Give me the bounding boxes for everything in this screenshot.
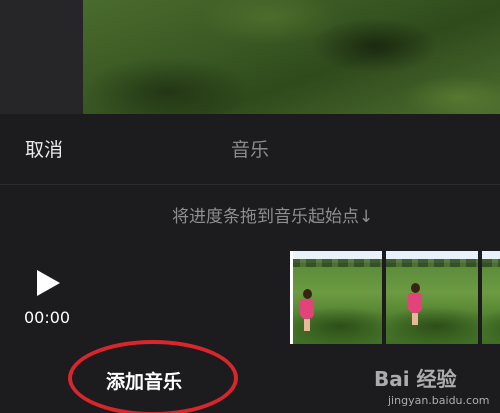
music-editor-screen: 取消 音乐 将进度条拖到音乐起始点↓ 00:00 添加音乐 Bai 经验 jin…	[0, 0, 500, 413]
drag-hint-text: 将进度条拖到音乐起始点↓	[172, 207, 374, 227]
play-button[interactable]	[34, 268, 62, 298]
video-timeline[interactable]	[290, 251, 500, 344]
playhead-marker[interactable]	[290, 251, 293, 344]
preview-side-panel	[0, 0, 83, 114]
timeline-thumbnail	[386, 251, 478, 344]
preview-frame-grass	[83, 0, 500, 114]
play-icon	[37, 270, 60, 296]
watermark-logo: Bai 经验	[374, 367, 457, 391]
video-preview	[0, 0, 500, 114]
child-figure	[408, 283, 422, 325]
add-music-button[interactable]: 添加音乐	[106, 370, 182, 394]
child-figure	[300, 289, 314, 331]
watermark-url: jingyan.baidu.com	[388, 394, 490, 407]
baidu-jingyan-watermark: Bai 经验 jingyan.baidu.com	[374, 366, 492, 410]
timeline-thumbnail	[290, 251, 382, 344]
page-title: 音乐	[230, 139, 269, 161]
time-readout: 00:00	[24, 308, 71, 327]
music-header-bar: 取消 音乐	[0, 114, 500, 185]
timeline-thumbnail	[482, 251, 500, 344]
